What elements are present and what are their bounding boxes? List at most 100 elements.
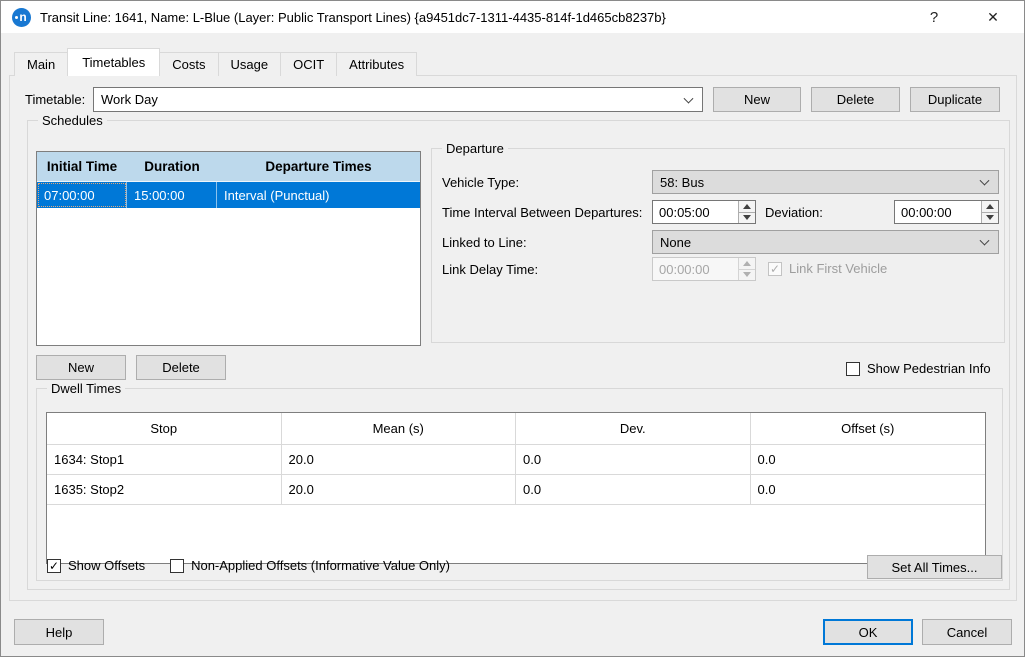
tab-main[interactable]: Main [14, 52, 68, 76]
tab-bar: Main Timetables Costs Usage OCIT Attribu… [14, 48, 416, 76]
schedule-row-selected[interactable]: 07:00:00 15:00:00 Interval (Punctual) [37, 182, 420, 208]
non-applied-offsets-checkbox[interactable] [170, 559, 184, 573]
spin-down-icon[interactable] [982, 213, 998, 224]
link-delay-value: 00:00:00 [653, 258, 738, 280]
departure-group-label: Departure [442, 141, 508, 156]
dwell-stop[interactable]: 1635: Stop2 [47, 475, 282, 504]
vehicle-type-label: Vehicle Type: [442, 170, 519, 194]
spinner-arrows [738, 258, 755, 280]
timetable-delete-button[interactable]: Delete [811, 87, 900, 112]
time-interval-value[interactable]: 00:05:00 [653, 201, 738, 223]
time-interval-row: Time Interval Between Departures: 00:05:… [432, 200, 1004, 224]
chevron-down-icon [980, 236, 990, 246]
departure-group: Departure Vehicle Type: 58: Bus Time Int… [431, 148, 1005, 343]
col-dev[interactable]: Dev. [516, 413, 751, 444]
col-duration[interactable]: Duration [127, 152, 217, 181]
linked-to-line-value: None [660, 235, 691, 250]
deviation-value[interactable]: 00:00:00 [895, 201, 981, 223]
dwell-table-header: Stop Mean (s) Dev. Offset (s) [47, 413, 985, 445]
schedules-group: Schedules Initial Time Duration Departur… [27, 120, 1010, 590]
link-delay-label: Link Delay Time: [442, 257, 538, 281]
col-initial-time[interactable]: Initial Time [37, 152, 127, 181]
dwell-mean[interactable]: 20.0 [282, 445, 517, 474]
spin-down-icon[interactable] [739, 213, 755, 224]
tab-costs[interactable]: Costs [159, 52, 218, 76]
show-pedestrian-info-label: Show Pedestrian Info [867, 361, 991, 376]
timetable-new-button[interactable]: New [713, 87, 801, 112]
tab-ocit[interactable]: OCIT [280, 52, 337, 76]
chevron-down-icon [980, 176, 990, 186]
schedules-table: Initial Time Duration Departure Times 07… [36, 151, 421, 346]
schedule-duration[interactable]: 15:00:00 [127, 182, 217, 208]
schedules-group-label: Schedules [38, 113, 107, 128]
tab-attributes[interactable]: Attributes [336, 52, 417, 76]
timetable-duplicate-button[interactable]: Duplicate [910, 87, 1000, 112]
time-interval-spinbox[interactable]: 00:05:00 [652, 200, 756, 224]
col-stop[interactable]: Stop [47, 413, 282, 444]
col-offset[interactable]: Offset (s) [751, 413, 986, 444]
vehicle-type-value: 58: Bus [660, 175, 704, 190]
dwell-offset[interactable]: 0.0 [751, 475, 986, 504]
dwell-times-table: Stop Mean (s) Dev. Offset (s) 1634: Stop… [46, 412, 986, 564]
schedules-table-header: Initial Time Duration Departure Times [37, 152, 420, 182]
timetable-selected-value: Work Day [101, 92, 158, 107]
linked-to-line-row: Linked to Line: None [432, 230, 1004, 254]
offsets-options-row: ✓ Show Offsets Non-Applied Offsets (Info… [47, 558, 450, 573]
spin-up-icon[interactable] [982, 201, 998, 213]
schedule-initial-time[interactable]: 07:00:00 [37, 182, 127, 208]
logo-letter: n [19, 11, 26, 23]
vehicle-type-select[interactable]: 58: Bus [652, 170, 999, 194]
vehicle-type-row: Vehicle Type: 58: Bus [432, 170, 1004, 194]
spin-up-icon[interactable] [739, 201, 755, 213]
show-offsets-checkbox[interactable]: ✓ [47, 559, 61, 573]
spinner-arrows [981, 201, 998, 223]
aimsun-app-icon: n [12, 8, 31, 27]
time-interval-label: Time Interval Between Departures: [442, 200, 642, 224]
col-departure-times[interactable]: Departure Times [217, 152, 420, 181]
link-delay-row: Link Delay Time: 00:00:00 ✓ Link First V… [432, 257, 1004, 281]
spin-down-icon [739, 270, 755, 281]
linked-to-line-select[interactable]: None [652, 230, 999, 254]
tab-usage[interactable]: Usage [218, 52, 282, 76]
schedule-delete-button[interactable]: Delete [136, 355, 226, 380]
set-all-times-button[interactable]: Set All Times... [867, 555, 1002, 579]
non-applied-offsets-row: Non-Applied Offsets (Informative Value O… [170, 558, 450, 573]
help-button[interactable]: Help [14, 619, 104, 645]
schedule-departure-times[interactable]: Interval (Punctual) [217, 182, 420, 208]
dwell-times-group-label: Dwell Times [47, 381, 125, 396]
chevron-down-icon [684, 93, 694, 103]
show-pedestrian-info-row: Show Pedestrian Info [846, 361, 991, 376]
close-icon[interactable]: ✕ [978, 1, 1008, 33]
deviation-spinbox[interactable]: 00:00:00 [894, 200, 999, 224]
link-first-vehicle-row: ✓ Link First Vehicle [768, 261, 887, 276]
dwell-stop[interactable]: 1634: Stop1 [47, 445, 282, 474]
show-offsets-label: Show Offsets [68, 558, 145, 573]
checkmark-icon: ✓ [49, 560, 59, 572]
show-offsets-row: ✓ Show Offsets [47, 558, 145, 573]
schedule-new-button[interactable]: New [36, 355, 126, 380]
window-title: Transit Line: 1641, Name: L-Blue (Layer:… [40, 10, 666, 25]
dwell-dev[interactable]: 0.0 [516, 475, 751, 504]
timetables-tab-page: Timetable: Work Day New Delete Duplicate… [9, 75, 1017, 601]
ok-button[interactable]: OK [823, 619, 913, 645]
dwell-offset[interactable]: 0.0 [751, 445, 986, 474]
titlebar-help-icon[interactable]: ? [919, 1, 949, 33]
title-bar: n Transit Line: 1641, Name: L-Blue (Laye… [1, 1, 1024, 33]
spinner-arrows [738, 201, 755, 223]
cancel-button[interactable]: Cancel [922, 619, 1012, 645]
transit-line-dialog: n Transit Line: 1641, Name: L-Blue (Laye… [0, 0, 1025, 657]
logo-dot [15, 16, 18, 19]
show-pedestrian-info-checkbox[interactable] [846, 362, 860, 376]
dwell-table-row[interactable]: 1635: Stop2 20.0 0.0 0.0 [47, 475, 985, 505]
checkmark-icon: ✓ [770, 263, 780, 275]
dwell-times-group: Dwell Times Stop Mean (s) Dev. Offset (s… [36, 388, 1003, 581]
dwell-dev[interactable]: 0.0 [516, 445, 751, 474]
dwell-table-row[interactable]: 1634: Stop1 20.0 0.0 0.0 [47, 445, 985, 475]
timetable-select[interactable]: Work Day [93, 87, 703, 112]
spin-up-icon [739, 258, 755, 270]
dwell-mean[interactable]: 20.0 [282, 475, 517, 504]
link-first-vehicle-label: Link First Vehicle [789, 261, 887, 276]
col-mean[interactable]: Mean (s) [282, 413, 517, 444]
linked-to-line-label: Linked to Line: [442, 230, 527, 254]
tab-timetables[interactable]: Timetables [67, 48, 160, 76]
